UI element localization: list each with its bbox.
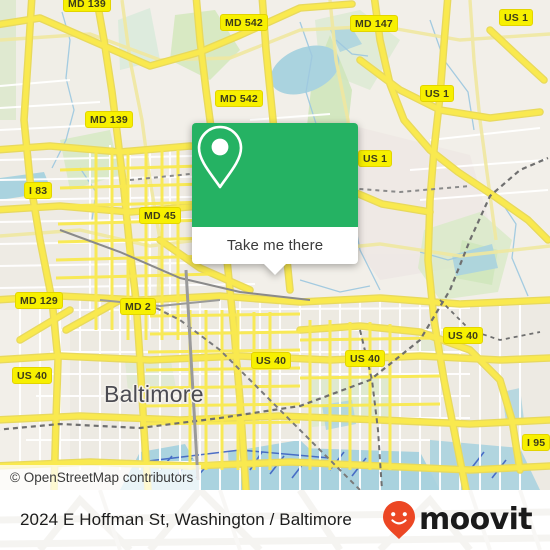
road-shield: MD 542 xyxy=(215,90,263,107)
city-label: Baltimore xyxy=(104,381,204,407)
road-shield: US 40 xyxy=(12,367,53,384)
road-shield: MD 147 xyxy=(350,15,398,32)
moovit-smiley-pin-icon xyxy=(382,501,415,539)
road-shield: I 95 xyxy=(522,434,550,451)
road-shield: US 40 xyxy=(251,352,292,369)
location-popup-card[interactable]: Take me there xyxy=(192,123,358,275)
moovit-wordmark: moovit xyxy=(418,502,533,537)
road-shield: MD 139 xyxy=(85,111,133,128)
map-screenshot-root: Baltimore MD 139 MD 542 MD 147 US 1 MD 542 US… xyxy=(0,0,550,550)
moovit-logo[interactable]: moovit xyxy=(382,500,533,540)
map-pin-icon xyxy=(197,125,243,189)
address-title: 2024 E Hoffman St, Washington / Baltimor… xyxy=(20,510,352,529)
road-shield: MD 45 xyxy=(139,207,181,224)
road-shield: US 40 xyxy=(443,327,484,344)
road-shield: MD 2 xyxy=(120,298,156,315)
osm-attribution[interactable]: © OpenStreetMap contributors xyxy=(0,465,202,490)
road-shield: US 40 xyxy=(345,350,386,367)
map-canvas[interactable]: Baltimore MD 139 MD 542 MD 147 US 1 MD 542 US… xyxy=(0,0,550,490)
footer-content: 2024 E Hoffman St, Washington / Baltimor… xyxy=(0,490,550,550)
road-shield: US 1 xyxy=(499,9,534,26)
take-me-there-label: Take me there xyxy=(226,237,324,254)
footer-bar: 2024 E Hoffman St, Washington / Baltimor… xyxy=(0,490,550,550)
popup-pointer-tail xyxy=(264,264,286,275)
popup-marker-panel xyxy=(192,123,358,227)
road-shield: US 1 xyxy=(358,150,393,167)
road-shield: I 83 xyxy=(24,182,53,199)
road-shield: MD 542 xyxy=(220,14,268,31)
road-shield: US 1 xyxy=(420,85,455,102)
road-shield: MD 129 xyxy=(15,292,63,309)
popup-action-panel[interactable]: Take me there xyxy=(192,227,358,275)
road-shield: MD 139 xyxy=(63,0,111,12)
